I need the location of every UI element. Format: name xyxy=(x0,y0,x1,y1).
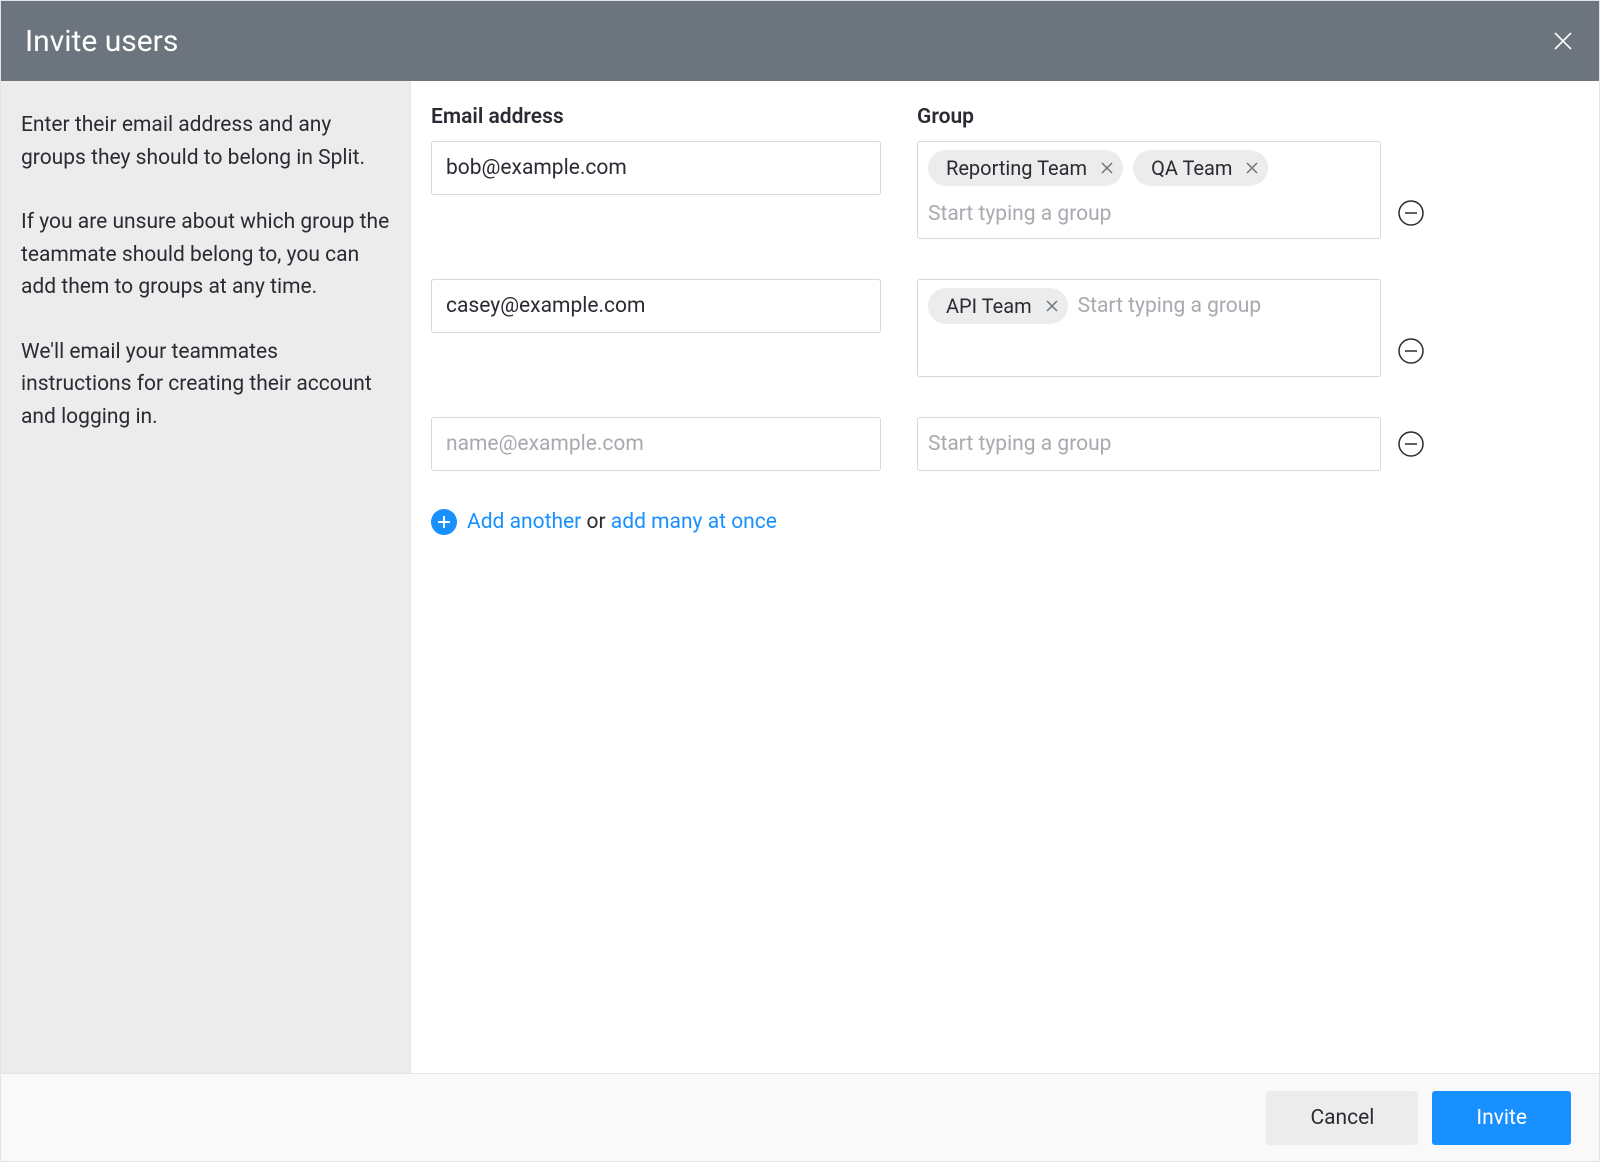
modal-body: Enter their email address and any groups… xyxy=(1,81,1599,1073)
sidebar: Enter their email address and any groups… xyxy=(1,81,411,1073)
group-column-label: Group xyxy=(917,105,1381,129)
group-cell xyxy=(917,417,1425,471)
columns-header: Email address Group xyxy=(431,105,1563,129)
remove-row-icon[interactable] xyxy=(1397,430,1425,458)
invite-row xyxy=(431,417,1563,471)
group-cell: Reporting Team QA Team xyxy=(917,141,1425,239)
close-icon[interactable] xyxy=(1551,29,1575,53)
plus-circle-icon[interactable] xyxy=(431,509,457,535)
modal-title: Invite users xyxy=(25,24,178,59)
group-selector[interactable]: Reporting Team QA Team xyxy=(917,141,1381,239)
modal-footer: Cancel Invite xyxy=(1,1073,1599,1161)
remove-row-icon[interactable] xyxy=(1397,337,1425,365)
group-selector[interactable]: API Team xyxy=(917,279,1381,377)
group-input[interactable] xyxy=(928,426,1370,462)
group-input[interactable] xyxy=(1078,288,1370,324)
group-chip-label: Reporting Team xyxy=(946,156,1087,180)
email-field[interactable] xyxy=(431,141,881,195)
or-text: or xyxy=(581,510,611,534)
group-chip-label: API Team xyxy=(946,294,1032,318)
group-chip: Reporting Team xyxy=(928,150,1123,186)
invite-row: API Team xyxy=(431,279,1563,377)
modal-header: Invite users xyxy=(1,1,1599,81)
group-chip: QA Team xyxy=(1133,150,1268,186)
add-many-link[interactable]: add many at once xyxy=(611,510,777,534)
remove-chip-icon[interactable] xyxy=(1046,300,1058,312)
sidebar-para-3: We'll email your teammates instructions … xyxy=(21,336,390,434)
sidebar-para-2: If you are unsure about which group the … xyxy=(21,206,390,304)
invite-users-modal: Invite users Enter their email address a… xyxy=(0,0,1600,1162)
remove-row-icon[interactable] xyxy=(1397,199,1425,227)
sidebar-para-1: Enter their email address and any groups… xyxy=(21,109,390,174)
add-row-controls: Add another or add many at once xyxy=(431,509,1563,535)
invite-button[interactable]: Invite xyxy=(1432,1091,1571,1145)
remove-chip-icon[interactable] xyxy=(1101,162,1113,174)
group-cell: API Team xyxy=(917,279,1425,377)
add-another-link[interactable]: Add another xyxy=(467,510,581,534)
invite-rows: Reporting Team QA Team xyxy=(431,141,1563,471)
group-input[interactable] xyxy=(928,196,1370,232)
invite-row: Reporting Team QA Team xyxy=(431,141,1563,239)
main-panel: Email address Group Reporting Team xyxy=(411,81,1599,1073)
email-field[interactable] xyxy=(431,279,881,333)
email-field[interactable] xyxy=(431,417,881,471)
email-column-label: Email address xyxy=(431,105,881,129)
group-chip: API Team xyxy=(928,288,1068,324)
remove-chip-icon[interactable] xyxy=(1246,162,1258,174)
cancel-button[interactable]: Cancel xyxy=(1266,1091,1418,1145)
group-chip-label: QA Team xyxy=(1151,156,1232,180)
group-selector[interactable] xyxy=(917,417,1381,471)
